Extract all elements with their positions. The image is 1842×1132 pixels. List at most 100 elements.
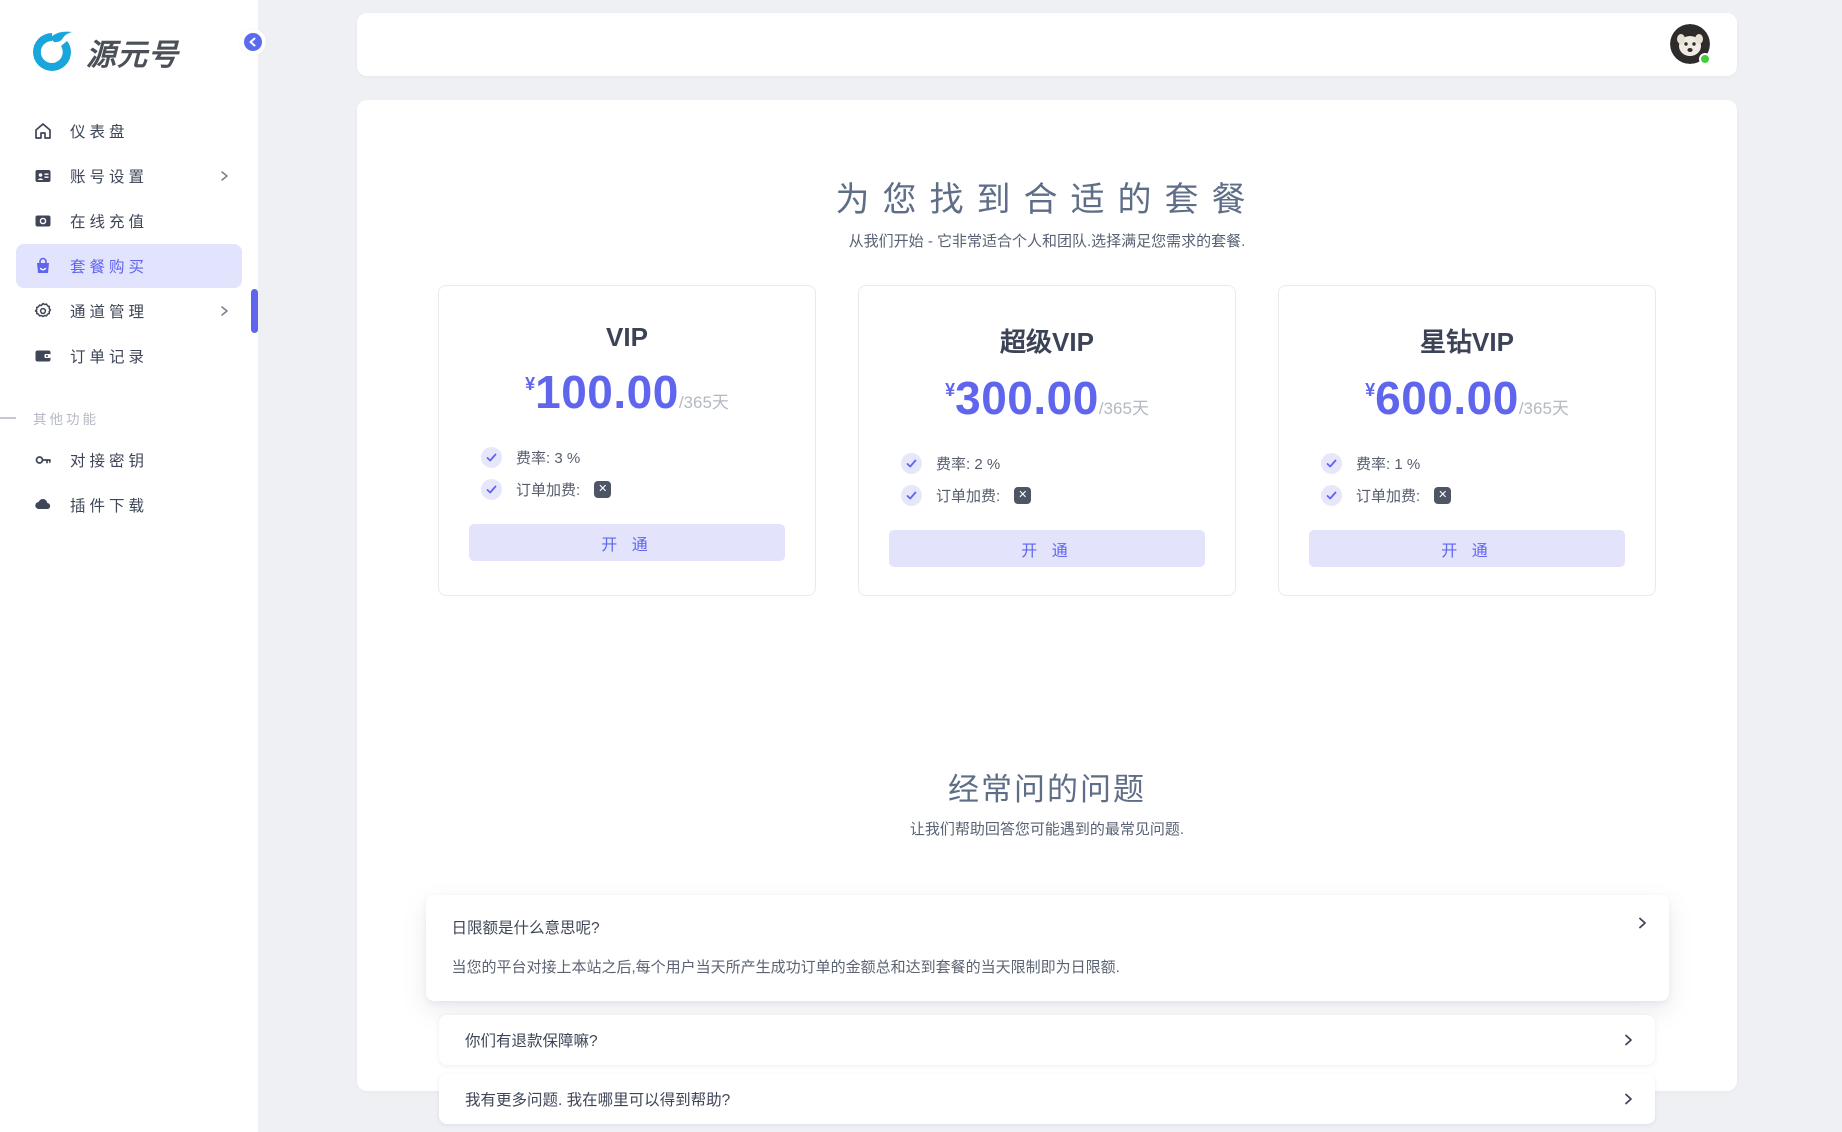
x-square-icon: ✕ bbox=[594, 481, 612, 498]
feature-surcharge: 订单加费: ✕ bbox=[481, 479, 785, 500]
faq-item-daily-limit[interactable]: 日限额是什么意思呢? 当您的平台对接上本站之后,每个用户当天所产生成功订单的金额… bbox=[425, 895, 1669, 1001]
faq-item-more-help[interactable]: 我有更多问题. 我在哪里可以得到帮助? bbox=[439, 1074, 1655, 1124]
main-content: 为您找到合适的套餐 从我们开始 - 它非常适合个人和团队.选择满足您需求的套餐.… bbox=[357, 100, 1737, 1124]
plan-card-super-vip: 超级VIP ¥300.00/365天 费率: 2 % 订单加费: ✕ 开 通 bbox=[858, 285, 1236, 596]
feature-surcharge: 订单加费: ✕ bbox=[901, 485, 1205, 506]
plan-price: ¥600.00/365天 bbox=[1309, 371, 1625, 425]
plan-features: 费率: 1 % 订单加费: ✕ bbox=[1309, 453, 1625, 506]
id-card-icon bbox=[33, 166, 53, 186]
faq-question: 你们有退款保障嘛? bbox=[465, 1033, 598, 1050]
pricing-subtitle: 从我们开始 - 它非常适合个人和团队.选择满足您需求的套餐. bbox=[848, 233, 1246, 250]
feature-label: 费率: 3 % bbox=[516, 447, 580, 468]
feature-surcharge: 订单加费: ✕ bbox=[1321, 485, 1625, 506]
sidebar-item-online-recharge[interactable]: 在线充值 bbox=[16, 199, 242, 243]
price-period: /365天 bbox=[678, 393, 729, 412]
sidebar-item-dashboard[interactable]: 仪表盘 bbox=[16, 109, 242, 153]
sidebar-item-plugin-download[interactable]: 插件下载 bbox=[16, 483, 242, 527]
sidebar-item-package-purchase[interactable]: 套餐购买 bbox=[16, 244, 242, 288]
currency-symbol: ¥ bbox=[525, 374, 536, 394]
sidebar-item-account-settings[interactable]: 账号设置 bbox=[16, 154, 242, 198]
brand-logo[interactable]: 源元号 bbox=[0, 0, 258, 108]
feature-label: 费率: 1 % bbox=[1356, 453, 1420, 474]
active-item-indicator bbox=[251, 289, 258, 333]
chevron-right-icon bbox=[218, 170, 230, 182]
plans-row: VIP ¥100.00/365天 费率: 3 % 订单加费: ✕ 开 通 超级V… bbox=[357, 285, 1737, 596]
plan-features: 费率: 2 % 订单加费: ✕ bbox=[889, 453, 1205, 506]
faq-question: 日限额是什么意思呢? bbox=[451, 920, 600, 937]
brand-logo-text: 源元号 bbox=[86, 39, 179, 72]
plan-price: ¥300.00/365天 bbox=[889, 371, 1205, 425]
sidebar-item-label: 仪表盘 bbox=[70, 124, 129, 141]
rate-value: 2 % bbox=[974, 456, 1001, 473]
pricing-title: 为您找到合适的套餐 bbox=[835, 181, 1259, 219]
rate-label: 费率: bbox=[936, 456, 971, 473]
faq-item-refund[interactable]: 你们有退款保障嘛? bbox=[439, 1015, 1655, 1065]
price-amount: 300.00 bbox=[955, 372, 1099, 424]
feature-label: 订单加费: bbox=[1356, 488, 1421, 505]
check-icon bbox=[1321, 453, 1342, 474]
chevron-right-icon bbox=[1635, 916, 1649, 930]
rate-label: 费率: bbox=[516, 450, 551, 467]
open-plan-button[interactable]: 开 通 bbox=[469, 524, 785, 561]
user-avatar[interactable] bbox=[1670, 24, 1711, 65]
rate-label: 费率: bbox=[1356, 456, 1391, 473]
currency-symbol: ¥ bbox=[1365, 380, 1376, 400]
plan-features: 费率: 3 % 订单加费: ✕ bbox=[469, 447, 785, 500]
rate-value: 3 % bbox=[554, 450, 581, 467]
app-root: 源元号 仪表盘 账号设置 在线充值 套餐购买 通道管理 订单记录 其他功能 对接… bbox=[0, 0, 1842, 1132]
sidebar-item-label: 插件下载 bbox=[70, 498, 149, 515]
sidebar-item-order-records[interactable]: 订单记录 bbox=[16, 334, 242, 378]
banknote-icon bbox=[33, 211, 53, 231]
feature-rate: 费率: 2 % bbox=[901, 453, 1205, 474]
sidebar-item-label: 套餐购买 bbox=[70, 259, 149, 276]
price-period: /365天 bbox=[1518, 399, 1569, 418]
rate-value: 1 % bbox=[1394, 456, 1421, 473]
check-icon bbox=[901, 453, 922, 474]
plan-name: 超级VIP bbox=[1000, 327, 1094, 357]
faq-title: 经常问的问题 bbox=[948, 772, 1146, 807]
sidebar-item-label: 账号设置 bbox=[70, 169, 149, 186]
price-amount: 600.00 bbox=[1375, 372, 1519, 424]
sidebar-item-label: 通道管理 bbox=[70, 304, 149, 321]
topbar bbox=[357, 13, 1737, 76]
online-status-dot bbox=[1699, 53, 1711, 65]
plan-card-vip: VIP ¥100.00/365天 费率: 3 % 订单加费: ✕ 开 通 bbox=[438, 285, 816, 596]
sidebar-section-other: 其他功能 bbox=[0, 408, 258, 427]
x-square-icon: ✕ bbox=[1434, 487, 1452, 504]
feature-label: 订单加费: bbox=[516, 482, 581, 499]
price-period: /365天 bbox=[1098, 399, 1149, 418]
sidebar: 源元号 仪表盘 账号设置 在线充值 套餐购买 通道管理 订单记录 其他功能 对接… bbox=[0, 0, 258, 1132]
chevron-right-icon bbox=[1621, 1092, 1635, 1106]
open-plan-button[interactable]: 开 通 bbox=[1309, 530, 1625, 567]
feature-label: 订单加费: bbox=[936, 488, 1001, 505]
section-label: 其他功能 bbox=[33, 412, 99, 427]
sidebar-item-label: 在线充值 bbox=[70, 214, 149, 231]
shopping-bag-icon bbox=[33, 256, 53, 276]
check-icon bbox=[1321, 485, 1342, 506]
feature-rate: 费率: 3 % bbox=[481, 447, 785, 468]
chevron-right-icon bbox=[218, 305, 230, 317]
check-icon bbox=[481, 447, 502, 468]
price-amount: 100.00 bbox=[535, 366, 679, 418]
sidebar-collapse-button[interactable] bbox=[240, 29, 266, 55]
sidebar-item-channel-management[interactable]: 通道管理 bbox=[16, 289, 242, 333]
cloud-download-icon bbox=[33, 495, 53, 515]
sidebar-item-label: 订单记录 bbox=[70, 349, 149, 366]
gear-icon bbox=[33, 301, 53, 321]
sidebar-item-label: 对接密钥 bbox=[70, 453, 149, 470]
chevron-left-icon bbox=[249, 37, 256, 47]
sidebar-nav: 仪表盘 账号设置 在线充值 套餐购买 通道管理 订单记录 其他功能 对接密钥 插… bbox=[0, 109, 258, 527]
faq-subtitle: 让我们帮助回答您可能遇到的最常见问题. bbox=[909, 821, 1185, 838]
plan-card-star-diamond-vip: 星钻VIP ¥600.00/365天 费率: 1 % 订单加费: ✕ 开 通 bbox=[1278, 285, 1656, 596]
faq-question: 我有更多问题. 我在哪里可以得到帮助? bbox=[465, 1092, 731, 1109]
brand-logo-icon bbox=[33, 31, 72, 71]
open-plan-button[interactable]: 开 通 bbox=[889, 530, 1205, 567]
currency-symbol: ¥ bbox=[945, 380, 956, 400]
chevron-right-icon bbox=[1621, 1033, 1635, 1047]
plan-name: VIP bbox=[606, 322, 648, 352]
feature-label: 费率: 2 % bbox=[936, 453, 1000, 474]
home-icon bbox=[33, 121, 53, 141]
check-icon bbox=[481, 479, 502, 500]
faq-answer: 当您的平台对接上本站之后,每个用户当天所产生成功订单的金额总和达到套餐的当天限制… bbox=[451, 959, 1120, 976]
sidebar-item-api-keys[interactable]: 对接密钥 bbox=[16, 438, 242, 482]
